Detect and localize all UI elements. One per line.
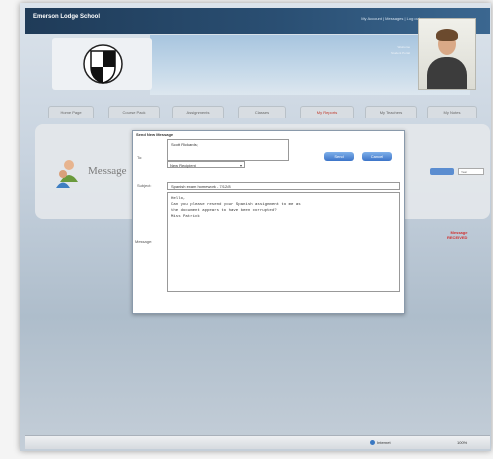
school-name: Emerson Lodge School (33, 14, 101, 20)
security-zone: Internet (370, 440, 391, 446)
recipient-field[interactable]: Scott Rickards; (167, 139, 289, 161)
tab-my-reports[interactable]: My Reports (300, 106, 354, 118)
page-title: Message (88, 165, 127, 177)
message-line: Miss Patrick (171, 215, 200, 219)
browser-status-bar: Internet 100% (25, 435, 490, 449)
top-links[interactable]: My Account | Messages | Log out (361, 16, 420, 21)
recipient-value: Scott Rickards; (171, 142, 198, 147)
subject-label: Subject: (137, 183, 152, 188)
zone-label: Internet (377, 440, 391, 445)
tab-my-teachers[interactable]: My Teachers (365, 106, 417, 118)
go-button[interactable] (430, 168, 454, 175)
recipient-select-value: New Recipient (170, 163, 196, 168)
note-line: RECEIVED (447, 235, 468, 240)
profile-info: Welcome Student Portal (330, 44, 410, 56)
tab-my-notes[interactable]: My Notes (427, 106, 477, 118)
profile-photo (418, 18, 476, 90)
messaging-people-icon (56, 160, 78, 188)
dialog-title: Send New Message (136, 132, 174, 137)
tab-home-page[interactable]: Home Page (48, 106, 94, 118)
message-textarea[interactable]: Hello, Can you please resend your Spanis… (167, 192, 400, 292)
shield-crest-icon (83, 44, 123, 84)
tab-assignments[interactable]: Assignments (172, 106, 224, 118)
cancel-button[interactable]: Cancel (362, 152, 392, 161)
chevron-down-icon: ▾ (239, 163, 242, 168)
tab-course-pack[interactable]: Course Pack (108, 106, 160, 118)
send-button[interactable]: Send (324, 152, 354, 161)
recipient-select[interactable]: New Recipient ▾ (167, 161, 245, 168)
year-select[interactable]: Year (458, 168, 484, 175)
zoom-level[interactable]: 100% (457, 440, 467, 445)
logo-box (52, 38, 152, 90)
profile-line: Student Portal (390, 51, 410, 55)
send-message-dialog: Send New Message To: Scott Rickards; New… (132, 130, 405, 314)
tab-classes[interactable]: Classes (238, 106, 286, 118)
message-label: Message: (135, 239, 153, 244)
status-note: Message RECEIVED (447, 230, 467, 240)
globe-icon (370, 440, 375, 446)
to-label: To: (137, 155, 143, 160)
nav-tabs: Home Page Course Pack Assignments Classe… (45, 106, 493, 118)
subject-field[interactable]: Spanish exam homework - 7/12/8 (167, 182, 400, 190)
